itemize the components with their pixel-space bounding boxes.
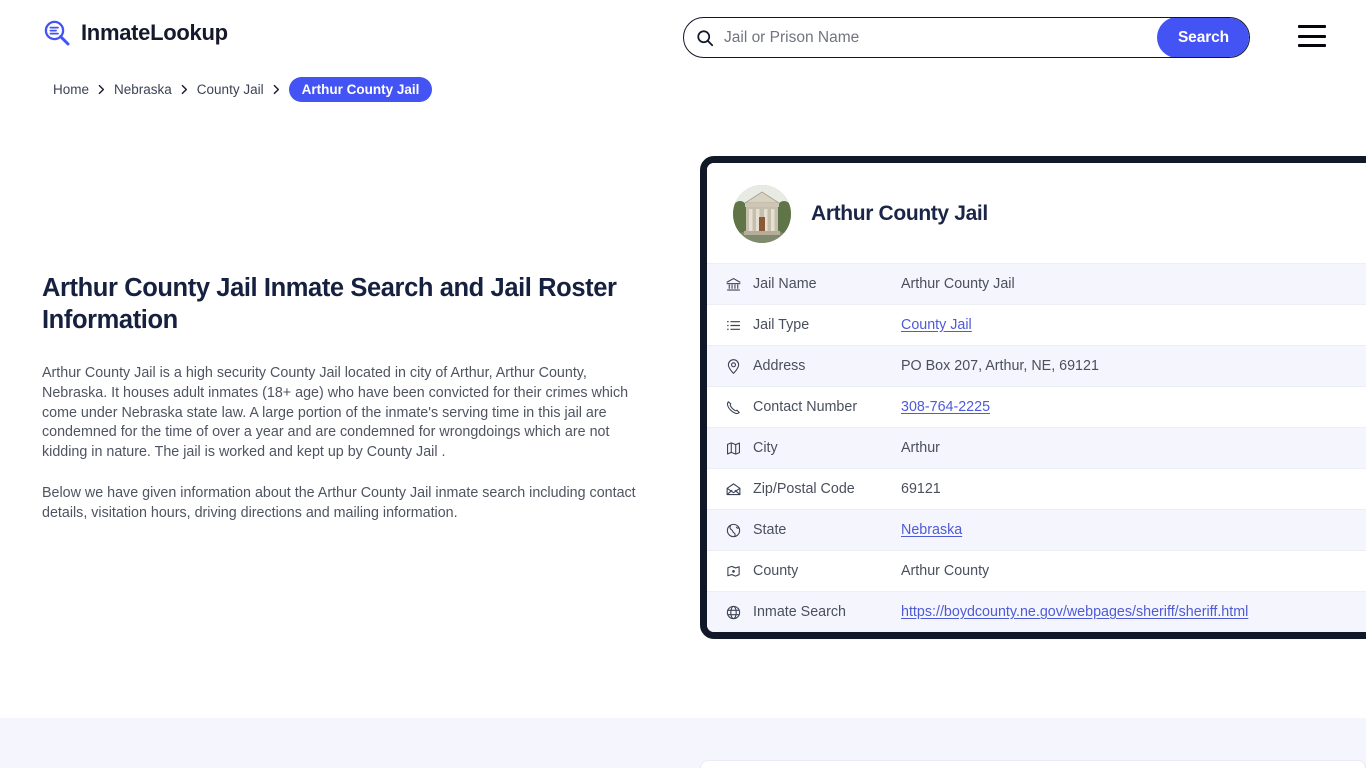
table-row: County Arthur County — [707, 550, 1366, 591]
breadcrumb-item-home[interactable]: Home — [53, 82, 89, 97]
row-label: Jail Type — [753, 317, 810, 333]
row-value: 308-764-2225 — [901, 399, 990, 415]
card-header: Arthur County Jail — [707, 163, 1366, 263]
row-value: Arthur — [901, 440, 940, 456]
table-row: City Arthur — [707, 427, 1366, 468]
search-button[interactable]: Search — [1157, 18, 1249, 57]
jail-info-card: Arthur County Jail Jail Name Arthur Coun… — [700, 156, 1366, 639]
county-map-icon — [725, 563, 753, 580]
breadcrumb-item-current: Arthur County Jail — [288, 77, 433, 102]
card-title: Arthur County Jail — [811, 202, 988, 225]
row-label: State — [753, 522, 787, 538]
hamburger-bar — [1298, 25, 1326, 28]
courthouse-photo — [733, 185, 791, 243]
brand-logo[interactable]: InmateLookup — [42, 18, 228, 48]
page-title: Arthur County Jail Inmate Search and Jai… — [42, 274, 617, 334]
table-row: Address PO Box 207, Arthur, NE, 69121 — [707, 345, 1366, 386]
description-paragraph-1: Arthur County Jail is a high security Co… — [42, 365, 629, 461]
inmate-search-link[interactable]: https://boydcounty.ne.gov/webpages/sheri… — [901, 604, 1248, 620]
table-row: Zip/Postal Code 69121 — [707, 468, 1366, 509]
search-input[interactable] — [718, 18, 1157, 57]
contact-number-link[interactable]: 308-764-2225 — [901, 399, 990, 415]
row-value: Arthur County — [901, 563, 990, 579]
map-icon — [725, 440, 753, 457]
row-label: City — [753, 440, 778, 456]
table-row: Jail Type County Jail — [707, 304, 1366, 345]
row-label: Jail Name — [753, 276, 817, 292]
row-value: https://boydcounty.ne.gov/webpages/sheri… — [901, 604, 1248, 620]
breadcrumb-item-nebraska[interactable]: Nebraska — [114, 82, 172, 97]
chevron-right-icon — [98, 84, 105, 95]
table-row: Jail Name Arthur County Jail — [707, 263, 1366, 304]
jail-details-table: Jail Name Arthur County Jail Jail Type C… — [707, 263, 1366, 632]
description-paragraph-2: Below we have given information about th… — [42, 484, 636, 521]
list-icon — [725, 317, 753, 334]
table-row: State Nebraska — [707, 509, 1366, 550]
row-label: County — [753, 563, 799, 579]
row-value: County Jail — [901, 317, 972, 333]
globe-grid-icon — [725, 522, 753, 539]
row-value: 69121 — [901, 481, 941, 497]
row-label: Contact Number — [753, 399, 858, 415]
main-content: Arthur County Jail Inmate Search and Jai… — [42, 272, 642, 545]
hamburger-bar — [1298, 44, 1326, 47]
chevron-right-icon — [181, 84, 188, 95]
row-value: Nebraska — [901, 522, 962, 538]
map-pin-icon — [725, 358, 753, 375]
row-label: Address — [753, 358, 806, 374]
row-value: PO Box 207, Arthur, NE, 69121 — [901, 358, 1099, 374]
chevron-right-icon — [273, 84, 280, 95]
hamburger-menu-icon[interactable] — [1298, 25, 1326, 47]
bank-icon — [725, 276, 753, 293]
breadcrumb-item-county-jail[interactable]: County Jail — [197, 82, 264, 97]
row-label: Zip/Postal Code — [753, 481, 855, 497]
brand-name: InmateLookup — [81, 20, 228, 45]
search-bar[interactable]: Search — [683, 17, 1250, 58]
row-value: Arthur County Jail — [901, 276, 1015, 292]
hamburger-bar — [1298, 34, 1326, 38]
breadcrumb: Home Nebraska County Jail Arthur County … — [53, 77, 433, 102]
jail-type-link[interactable]: County Jail — [901, 317, 972, 333]
search-icon — [684, 29, 718, 47]
envelope-icon — [725, 481, 753, 498]
table-row: Contact Number 308-764-2225 — [707, 386, 1366, 427]
state-link[interactable]: Nebraska — [901, 522, 962, 538]
table-row: Inmate Search https://boydcounty.ne.gov/… — [707, 591, 1366, 632]
search-list-logo-icon — [42, 18, 72, 48]
row-label: Inmate Search — [753, 604, 846, 620]
globe-icon — [725, 604, 753, 621]
phone-icon — [725, 399, 753, 416]
site-header: InmateLookup Search — [0, 0, 1366, 72]
bottom-card-edge — [700, 760, 1366, 768]
